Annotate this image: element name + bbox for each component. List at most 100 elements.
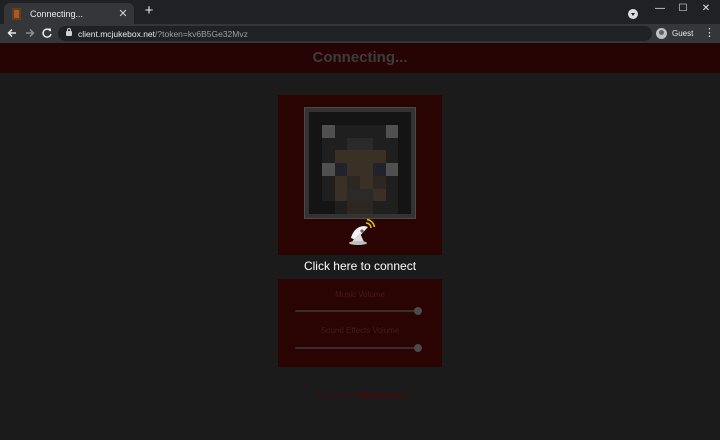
skin-pixel xyxy=(309,201,322,214)
music-volume-label: Music Volume xyxy=(335,290,385,299)
skin-pixel xyxy=(398,150,411,163)
skin-pixel xyxy=(321,188,335,202)
sound-effects-volume-thumb[interactable] xyxy=(414,344,423,352)
page-header: Connecting... xyxy=(0,43,720,73)
menu-kebab-icon[interactable]: ⋮ xyxy=(704,26,715,41)
reload-icon[interactable] xyxy=(40,26,54,40)
skin-pixel xyxy=(321,124,335,138)
skin-pixel xyxy=(398,124,411,138)
mcjukebox-link[interactable]: MCJukebox xyxy=(360,391,405,400)
skin-pixel xyxy=(360,124,373,138)
minimize-button[interactable]: — xyxy=(648,2,672,16)
tab-close-icon[interactable]: ✕ xyxy=(116,7,130,20)
skin-pixel xyxy=(334,188,348,202)
skin-pixel xyxy=(309,188,322,202)
skin-pixel xyxy=(360,175,373,189)
skin-pixel xyxy=(372,137,386,151)
skin-pixel xyxy=(309,112,322,125)
satellite-dish-icon[interactable] xyxy=(348,218,378,246)
skin-pixel xyxy=(372,112,386,125)
skin-pixel xyxy=(372,163,386,176)
skin-pixel xyxy=(309,163,322,176)
profile-button[interactable]: Guest xyxy=(656,26,693,41)
profile-label: Guest xyxy=(672,29,694,38)
skin-pixel xyxy=(372,150,386,163)
tab-search-icon[interactable] xyxy=(628,9,638,19)
jukebox-favicon-icon xyxy=(12,7,21,20)
skin-pixel xyxy=(398,112,411,125)
skin-pixel xyxy=(385,175,399,189)
skin-pixel xyxy=(385,150,399,163)
close-window-button[interactable]: ✕ xyxy=(694,2,718,16)
skin-pixel xyxy=(334,150,348,163)
skin-pixel xyxy=(334,124,348,138)
powered-by: Powered by MCJukebox xyxy=(315,391,405,400)
player-skin-icon xyxy=(309,112,411,214)
skin-pixel xyxy=(398,201,411,214)
skin-pixel xyxy=(309,124,322,138)
skin-pixel xyxy=(372,175,386,189)
skin-pixel xyxy=(385,188,399,202)
player-skin-frame xyxy=(304,107,416,219)
sound-effects-volume-slider[interactable] xyxy=(295,344,423,352)
url-text: client.mcjukebox.net/?token=kv6B5Ge32Mvz xyxy=(78,28,248,39)
skin-pixel xyxy=(334,137,348,151)
skin-pixel xyxy=(360,137,373,151)
skin-pixel xyxy=(372,124,386,138)
skin-pixel xyxy=(334,163,348,176)
skin-pixel xyxy=(360,150,373,163)
arrow-left-icon[interactable] xyxy=(5,26,19,40)
address-bar[interactable]: client.mcjukebox.net/?token=kv6B5Ge32Mvz xyxy=(58,26,652,41)
skin-pixel xyxy=(321,150,335,163)
skin-pixel xyxy=(372,188,386,202)
skin-pixel xyxy=(385,201,399,214)
skin-pixel xyxy=(360,188,373,202)
skin-pixel xyxy=(398,137,411,151)
tab-strip: Connecting... ✕ + — ☐ ✕ xyxy=(0,0,720,24)
skin-pixel xyxy=(321,137,335,151)
skin-pixel xyxy=(321,201,335,214)
skin-pixel xyxy=(321,175,335,189)
tab-title: Connecting... xyxy=(30,8,84,19)
skin-pixel xyxy=(347,112,360,125)
connect-button[interactable]: Click here to connect xyxy=(0,259,720,273)
new-tab-button[interactable]: + xyxy=(142,3,156,18)
lock-icon xyxy=(66,28,72,36)
skin-pixel xyxy=(309,175,322,189)
skin-pixel xyxy=(309,150,322,163)
skin-pixel xyxy=(347,150,360,163)
skin-pixel xyxy=(360,163,373,176)
skin-pixel xyxy=(398,175,411,189)
skin-pixel xyxy=(347,124,360,138)
skin-pixel xyxy=(385,112,399,125)
skin-pixel xyxy=(334,201,348,214)
skin-pixel xyxy=(398,188,411,202)
skin-pixel xyxy=(321,163,335,176)
skin-pixel xyxy=(334,175,348,189)
page-title: Connecting... xyxy=(312,49,408,66)
arrow-right-icon[interactable] xyxy=(23,26,37,40)
skin-pixel xyxy=(385,124,399,138)
music-volume-slider[interactable] xyxy=(295,307,423,315)
maximize-button[interactable]: ☐ xyxy=(671,2,695,16)
skin-pixel xyxy=(372,201,386,214)
volume-card: Music Volume Sound Effects Volume xyxy=(278,279,442,367)
guest-avatar-icon xyxy=(656,28,667,39)
skin-pixel xyxy=(398,163,411,176)
browser-toolbar: client.mcjukebox.net/?token=kv6B5Ge32Mvz… xyxy=(0,24,720,43)
skin-pixel xyxy=(321,112,335,125)
skin-pixel xyxy=(385,137,399,151)
skin-pixel xyxy=(347,137,360,151)
music-volume-thumb[interactable] xyxy=(414,307,423,315)
skin-pixel xyxy=(347,201,360,214)
skin-pixel xyxy=(385,163,399,176)
skin-pixel xyxy=(347,188,360,202)
skin-pixel xyxy=(360,201,373,214)
browser-tab[interactable]: Connecting... ✕ xyxy=(4,3,134,24)
sound-effects-volume-label: Sound Effects Volume xyxy=(320,326,400,335)
skin-pixel xyxy=(360,112,373,125)
skin-pixel xyxy=(334,112,348,125)
skin-pixel xyxy=(347,175,360,189)
skin-pixel xyxy=(347,163,360,176)
skin-pixel xyxy=(309,137,322,151)
